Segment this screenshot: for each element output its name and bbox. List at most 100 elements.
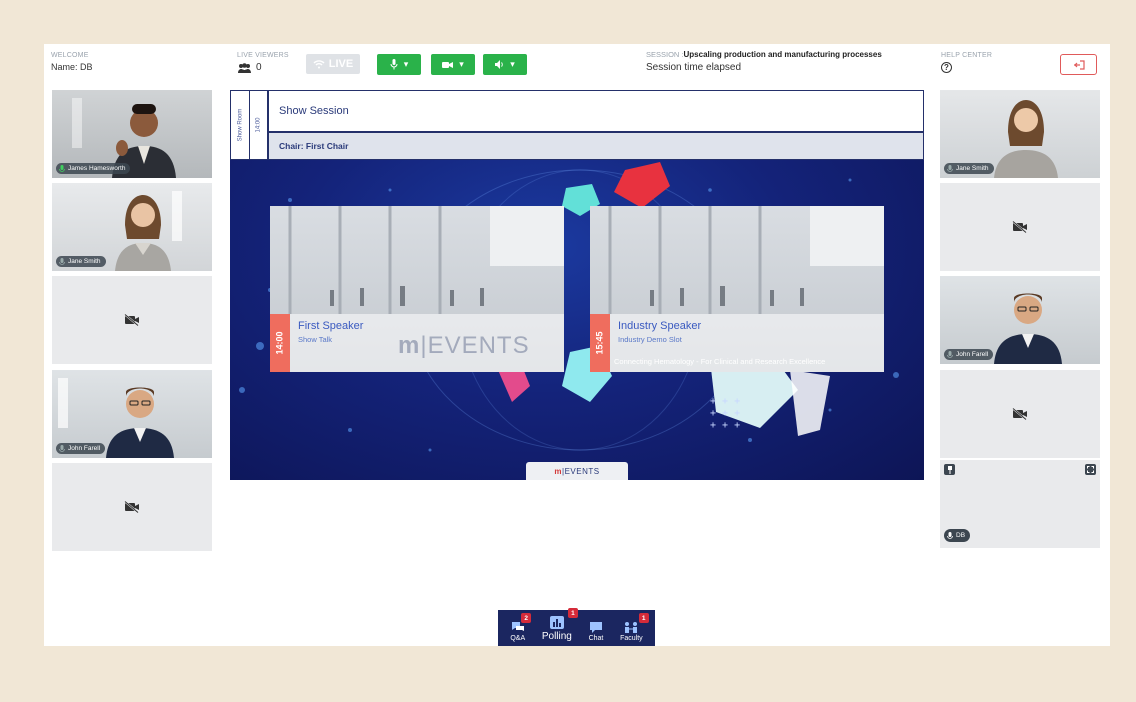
- room-rail: Show Room 14:00: [230, 90, 269, 160]
- svg-text:+ + +: + + +: [710, 396, 740, 407]
- self-video-tile[interactable]: DB: [940, 460, 1100, 548]
- participant-name-tag: James Hamesworth: [56, 163, 131, 174]
- video-tile[interactable]: [52, 276, 212, 364]
- camera-off-icon: [124, 314, 139, 326]
- live-label: LIVE: [328, 58, 354, 70]
- participant-video: [994, 293, 1062, 364]
- users-icon: [238, 62, 251, 73]
- slot-speaker: First Speaker: [298, 320, 364, 332]
- video-tile[interactable]: [940, 183, 1100, 271]
- video-tile[interactable]: [940, 370, 1100, 458]
- qa-button[interactable]: Q&A 2: [510, 613, 532, 642]
- chat-button[interactable]: Chat: [589, 621, 603, 642]
- participant-name: John Farell: [956, 351, 989, 358]
- participant-name: DB: [956, 532, 966, 539]
- camera-icon: [442, 61, 454, 68]
- video-tile[interactable]: [52, 463, 212, 551]
- speaker-toggle-button[interactable]: ▾: [483, 54, 527, 75]
- room-time: 14:00: [255, 117, 262, 133]
- bottom-toolbar: Q&A 2 Polling 1 Chat Faculty 1: [498, 608, 655, 646]
- participant-name-tag: DB: [944, 529, 971, 542]
- live-viewers-block: LIVE VIEWERS 0: [237, 52, 289, 92]
- main-stage: + + + + + + + + + Show Room 14:00 Show Ses…: [230, 90, 924, 480]
- events-logo-watermark: m|EVENTS: [398, 332, 530, 359]
- video-tile[interactable]: John Farell: [52, 370, 212, 458]
- speaker-slot-card: 15:45 Industry Speaker Industry Demo Slo…: [590, 206, 884, 372]
- help-center-block[interactable]: HELP CENTER ?: [941, 52, 992, 92]
- fullscreen-icon[interactable]: [1085, 464, 1096, 475]
- venue-photo: [288, 206, 564, 314]
- venue-photo: [608, 206, 884, 314]
- wifi-icon: [313, 60, 325, 69]
- session-time: Session time elapsed: [646, 62, 742, 73]
- participant-name: Jane Smith: [68, 258, 101, 265]
- session-prefix: SESSION :: [646, 50, 684, 59]
- chair-bar: Chair: First Chair: [268, 132, 924, 160]
- video-tile[interactable]: Jane Smith: [940, 90, 1100, 178]
- app-window: WELCOME Name: DB LIVE VIEWERS 0 LIVE ▾ ▾…: [44, 44, 1110, 646]
- pin-icon[interactable]: [944, 464, 955, 475]
- participant-video: [994, 100, 1058, 178]
- svg-text:+ + +: + + +: [710, 408, 740, 419]
- camera-toggle-button[interactable]: ▾: [431, 54, 475, 75]
- mic-muted-icon: [947, 164, 953, 172]
- participant-name: John Farell: [68, 445, 101, 452]
- mic-icon: [947, 531, 953, 539]
- mic-toggle-button[interactable]: ▾: [377, 54, 421, 75]
- live-button[interactable]: LIVE: [306, 54, 360, 74]
- session-block: SESSION :Upscaling production and manufa…: [646, 50, 882, 90]
- video-tile[interactable]: Jane Smith: [52, 183, 212, 271]
- session-title-bar: Show Session: [268, 90, 924, 132]
- slot-footer-text: Connecting Hematology - For Clinical and…: [614, 357, 826, 366]
- exit-button[interactable]: [1060, 54, 1097, 75]
- video-tile[interactable]: James Hamesworth: [52, 90, 212, 178]
- participant-name: James Hamesworth: [68, 165, 126, 172]
- polling-badge: 1: [567, 608, 578, 618]
- camera-off-icon: [124, 501, 139, 513]
- slot-time: 14:00: [270, 314, 290, 372]
- polling-button[interactable]: Polling 1: [542, 608, 578, 642]
- mic-muted-icon: [947, 350, 953, 358]
- speaker-slot-card: 14:00 First Speaker Show Talk m|EVENTS: [270, 206, 564, 372]
- video-tile[interactable]: John Farell: [940, 276, 1100, 364]
- chevron-down-icon: ▾: [510, 59, 515, 69]
- participant-name-tag: Jane Smith: [56, 256, 106, 267]
- chevron-down-icon: ▾: [459, 59, 464, 69]
- user-name: Name: DB: [51, 62, 93, 72]
- room-label: Show Room: [237, 108, 243, 142]
- camera-off-icon: [1012, 408, 1027, 420]
- participant-name-tag: Jane Smith: [944, 163, 994, 174]
- welcome-block: WELCOME Name: DB: [51, 52, 93, 92]
- participant-video: [115, 195, 171, 271]
- mic-muted-icon: [59, 257, 65, 265]
- viewers-count: 0: [256, 62, 262, 73]
- help-label: HELP CENTER: [941, 52, 993, 59]
- session-name: Upscaling production and manufacturing p…: [683, 50, 882, 59]
- viewers-label: LIVE VIEWERS: [237, 52, 289, 59]
- speaker-icon: [495, 60, 503, 69]
- mic-muted-icon: [59, 444, 65, 452]
- exit-icon: [1073, 59, 1085, 70]
- events-logo-tab: m | EVENTS: [526, 462, 628, 480]
- participant-name: Jane Smith: [956, 165, 989, 172]
- slot-subtitle: Industry Demo Slot: [618, 335, 682, 344]
- chat-icon: [589, 622, 602, 633]
- faculty-badge: 1: [638, 613, 649, 623]
- mic-icon: [390, 59, 398, 70]
- slot-time: 15:45: [590, 314, 610, 372]
- camera-off-icon: [1012, 221, 1027, 233]
- participant-name-tag: John Farell: [944, 349, 994, 360]
- polling-icon: [549, 616, 564, 629]
- participant-video: [106, 387, 174, 458]
- help-icon[interactable]: ?: [941, 62, 952, 73]
- slot-speaker: Industry Speaker: [618, 320, 702, 332]
- welcome-label: WELCOME: [51, 52, 89, 59]
- qa-badge: 2: [521, 613, 532, 623]
- chevron-down-icon: ▾: [403, 59, 409, 69]
- svg-text:+ + +: + + +: [710, 420, 740, 431]
- faculty-icon: [625, 622, 638, 633]
- participant-name-tag: John Farell: [56, 443, 106, 454]
- slot-subtitle: Show Talk: [298, 335, 333, 344]
- faculty-button[interactable]: Faculty 1: [620, 613, 649, 642]
- mic-on-icon: [59, 164, 65, 172]
